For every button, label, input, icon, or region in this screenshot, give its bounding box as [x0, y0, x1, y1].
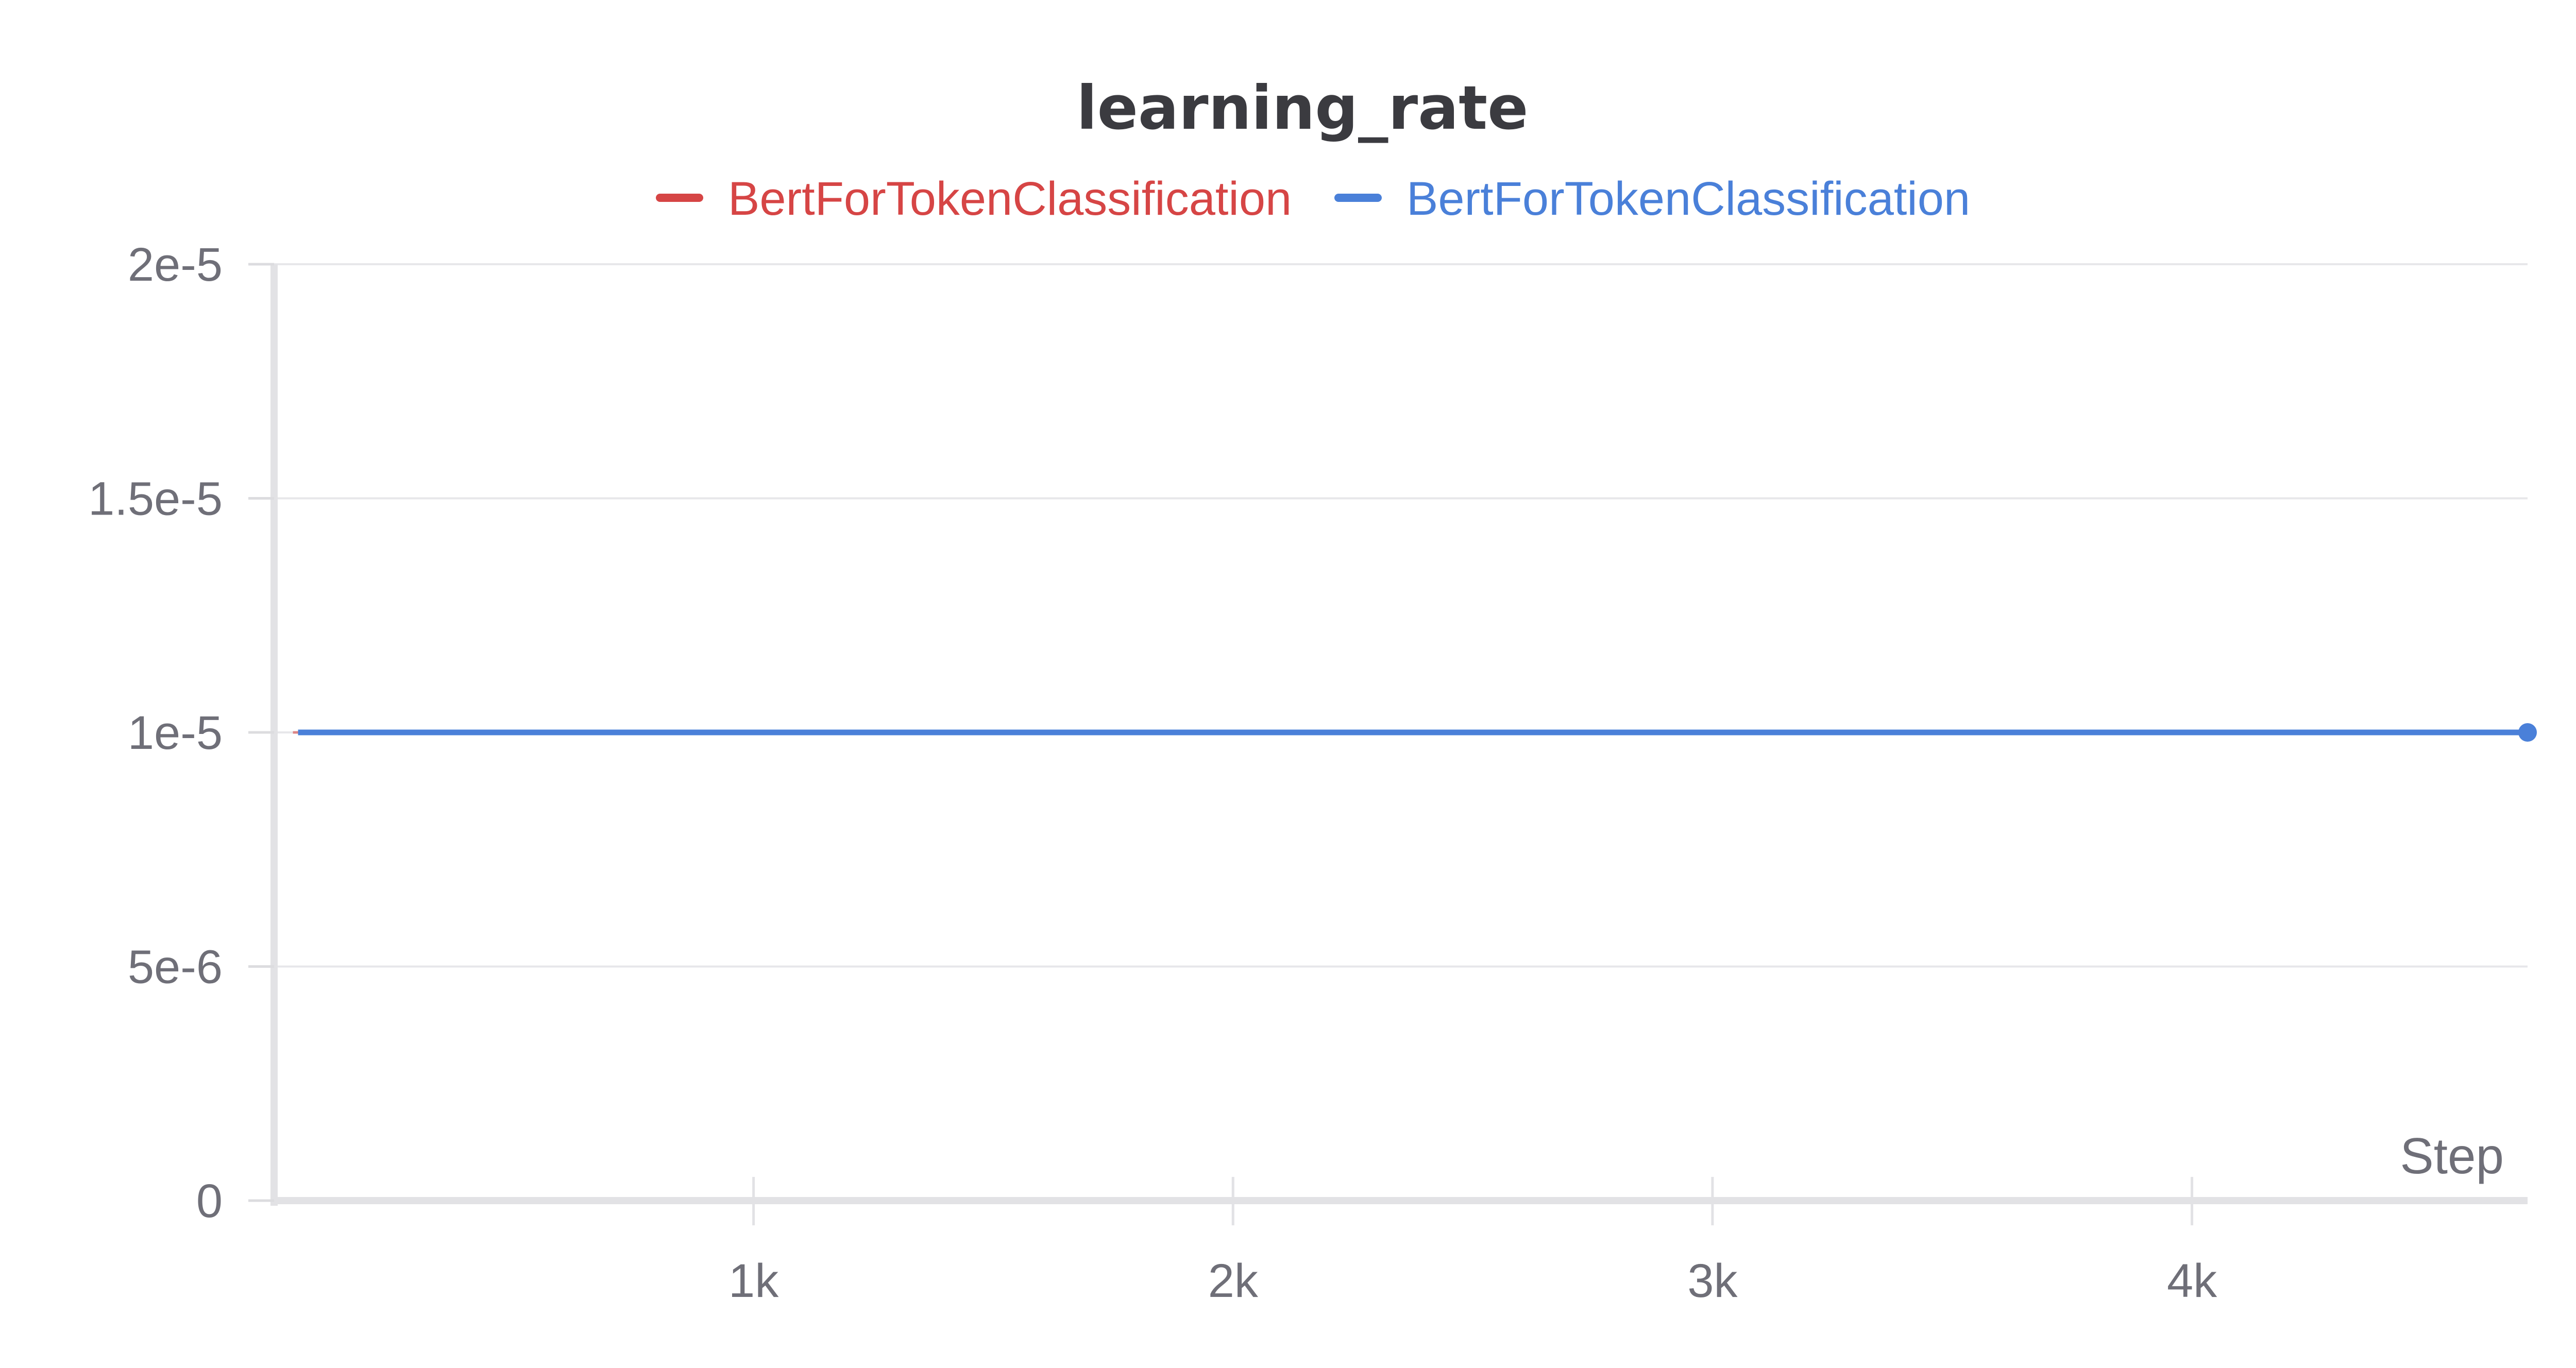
legend-label: BertForTokenClassification [1406, 173, 1970, 225]
y-tick-label: 2e-5 [128, 238, 223, 291]
chart-title: learning_rate [1077, 73, 1529, 143]
chart-grid [274, 263, 2528, 968]
x-tick-label: 2k [1208, 1255, 1259, 1307]
x-tick-label: 1k [728, 1255, 779, 1307]
series-2 [298, 723, 2537, 742]
legend-item-2: BertForTokenClassification [1334, 173, 1970, 225]
chart-legend: BertForTokenClassification BertForTokenCl… [656, 173, 1970, 225]
legend-label: BertForTokenClassification [728, 173, 1292, 225]
y-tick-label: 5e-6 [128, 941, 223, 994]
chart-panel: learning_rate BertForTokenClassification… [0, 0, 2576, 1368]
legend-item-1: BertForTokenClassification [656, 173, 1292, 225]
x-tick-label: 3k [1687, 1255, 1738, 1307]
learning-rate-chart: learning_rate BertForTokenClassification… [88, 73, 2537, 1307]
x-axis-title: Step [2400, 1127, 2504, 1184]
x-tick-label: 4k [2167, 1255, 2217, 1307]
y-tick-label: 0 [196, 1175, 223, 1227]
series-end-point [2518, 723, 2537, 742]
chart-series [293, 723, 2537, 742]
y-tick-label: 1.5e-5 [88, 473, 223, 525]
chart-ticks: 0 5e-6 1e-5 1.5e-5 2e-5 1k 2k 3k 4k [88, 238, 2217, 1307]
y-tick-label: 1e-5 [128, 707, 223, 759]
